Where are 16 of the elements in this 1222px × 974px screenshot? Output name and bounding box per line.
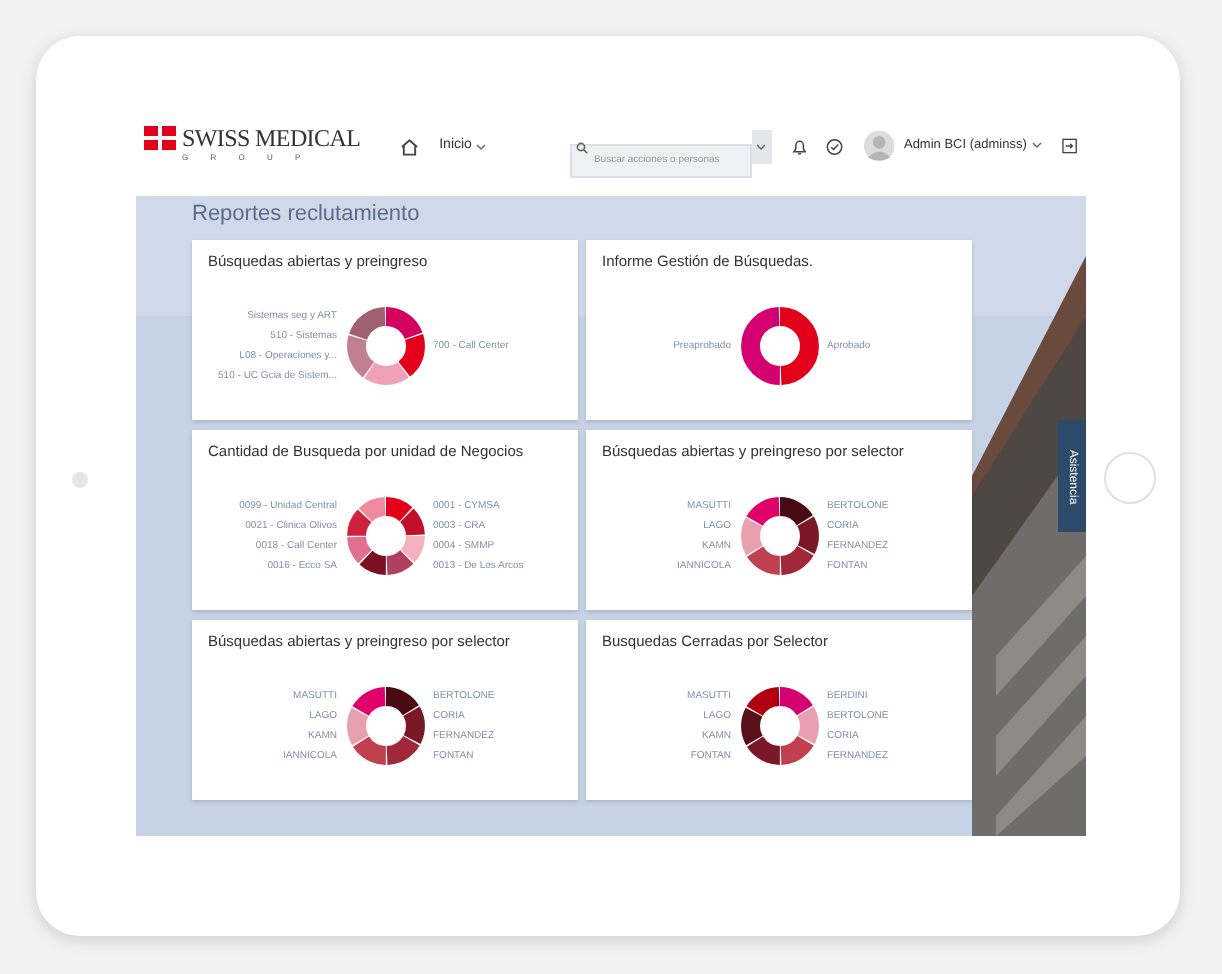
donut-chart-drawing bbox=[739, 496, 819, 577]
bell-icon[interactable] bbox=[791, 138, 807, 156]
chevron-icon bbox=[1032, 142, 1043, 149]
chevron-icon bbox=[475, 143, 486, 150]
logo-text: SWISS MEDICAL bbox=[182, 126, 361, 150]
donut-chart-drawing bbox=[739, 306, 819, 387]
donut-chart-drawing bbox=[345, 686, 425, 767]
chevron-icon bbox=[756, 144, 767, 150]
check-circle-icon[interactable] bbox=[826, 138, 844, 156]
home-icon[interactable] bbox=[400, 138, 420, 156]
page-title: Reportes reclutamiento bbox=[192, 204, 422, 230]
logout-icon[interactable] bbox=[1062, 138, 1078, 154]
donut-chart-drawing bbox=[345, 306, 425, 387]
donut-chart-drawing bbox=[739, 686, 819, 767]
logo-icon bbox=[144, 126, 176, 150]
donut-chart-drawing bbox=[345, 496, 425, 577]
